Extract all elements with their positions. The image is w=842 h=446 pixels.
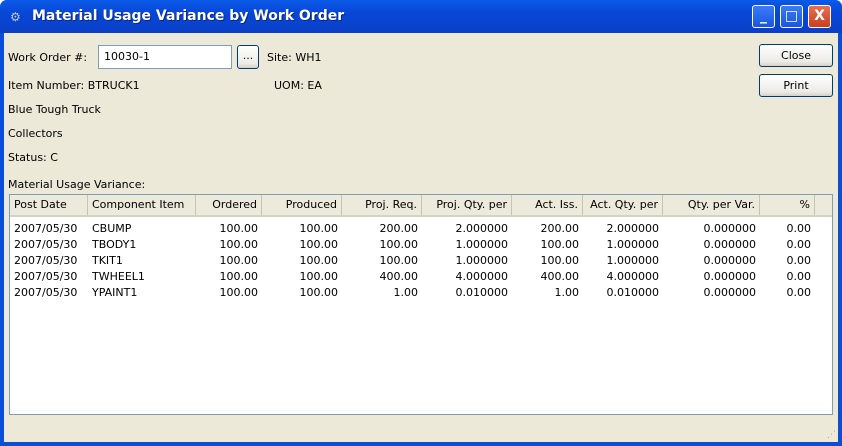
- site-label: Site: WH1: [267, 51, 322, 64]
- cell-act-iss: 400.00: [540, 270, 580, 283]
- cell-qty-per-var: 0.000000: [703, 238, 757, 251]
- table-header: Post Date Component Item Ordered Produced Pr…: [10, 195, 832, 217]
- cell-proj-qty-per: 0.010000: [455, 286, 509, 299]
- cell-act-iss: 1.00: [554, 286, 580, 299]
- window: ⚙ Material Usage Variance by Work Order …: [0, 0, 842, 446]
- work-order-lookup-button[interactable]: ...: [237, 45, 259, 69]
- maximize-button[interactable]: □: [780, 5, 803, 28]
- cell-produced: 100.00: [299, 254, 339, 267]
- cell-proj-qty-per: 1.000000: [455, 238, 509, 251]
- cell-qty-per-var: 0.000000: [703, 270, 757, 283]
- cell-component-item: TBODY1: [92, 238, 137, 251]
- item-description-1: Blue Tough Truck: [8, 103, 101, 116]
- cell-produced: 100.00: [299, 238, 339, 251]
- cell-proj-req: 100.00: [379, 238, 419, 251]
- column-header-qty-per-var[interactable]: Qty. per Var.: [663, 195, 760, 215]
- column-header-ordered[interactable]: Ordered: [196, 195, 262, 215]
- cell-percent: 0.00: [786, 254, 812, 267]
- uom-label: UOM: EA: [274, 79, 322, 92]
- cell-produced: 100.00: [299, 270, 339, 283]
- cell-component-item: YPAINT1: [92, 286, 138, 299]
- cell-proj-qty-per: 4.000000: [455, 270, 509, 283]
- item-number-label: Item Number: BTRUCK1: [8, 79, 140, 92]
- cell-produced: 100.00: [299, 286, 339, 299]
- cell-ordered: 100.00: [219, 222, 259, 235]
- cell-act-qty-per: 4.000000: [606, 270, 660, 283]
- cell-act-qty-per: 1.000000: [606, 238, 660, 251]
- cell-percent: 0.00: [786, 238, 812, 251]
- variance-table[interactable]: Post Date Component Item Ordered Produced Pr…: [9, 194, 833, 415]
- app-icon: ⚙: [10, 10, 21, 24]
- cell-act-iss: 100.00: [540, 238, 580, 251]
- item-description-2: Collectors: [8, 127, 63, 140]
- cell-proj-qty-per: 1.000000: [455, 254, 509, 267]
- cell-ordered: 100.00: [219, 254, 259, 267]
- table-row[interactable]: 2007/05/30 TKIT1 100.00 100.00 100.00 1.00000…: [10, 253, 832, 269]
- cell-ordered: 100.00: [219, 286, 259, 299]
- cell-proj-req: 100.00: [379, 254, 419, 267]
- cell-component-item: CBUMP: [92, 222, 132, 235]
- cell-proj-req: 1.00: [393, 286, 419, 299]
- cell-proj-req: 400.00: [379, 270, 419, 283]
- cell-ordered: 100.00: [219, 270, 259, 283]
- cell-post-date: 2007/05/30: [14, 270, 78, 283]
- cell-post-date: 2007/05/30: [14, 238, 78, 251]
- cell-qty-per-var: 0.000000: [703, 222, 757, 235]
- column-header-post-date[interactable]: Post Date: [10, 195, 88, 215]
- table-row[interactable]: 2007/05/30 TBODY1 100.00 100.00 100.00 1.0000…: [10, 237, 832, 253]
- cell-component-item: TKIT1: [92, 254, 123, 267]
- cell-produced: 100.00: [299, 222, 339, 235]
- column-header-percent[interactable]: %: [760, 195, 815, 215]
- close-window-button[interactable]: X: [808, 5, 831, 28]
- print-button[interactable]: Print: [759, 74, 833, 97]
- minimize-button[interactable]: _: [752, 5, 775, 28]
- cell-proj-req: 200.00: [379, 222, 419, 235]
- cell-proj-qty-per: 2.000000: [455, 222, 509, 235]
- cell-ordered: 100.00: [219, 238, 259, 251]
- cell-percent: 0.00: [786, 222, 812, 235]
- window-title: Material Usage Variance by Work Order: [32, 8, 345, 24]
- cell-act-qty-per: 1.000000: [606, 254, 660, 267]
- column-header-act-qty-per[interactable]: Act. Qty. per: [583, 195, 663, 215]
- cell-percent: 0.00: [786, 270, 812, 283]
- work-order-input[interactable]: 10030-1: [98, 45, 232, 69]
- column-header-produced[interactable]: Produced: [262, 195, 342, 215]
- cell-act-qty-per: 0.010000: [606, 286, 660, 299]
- title-bar[interactable]: ⚙ Material Usage Variance by Work Order …: [0, 0, 842, 33]
- cell-act-iss: 200.00: [540, 222, 580, 235]
- cell-component-item: TWHEEL1: [92, 270, 145, 283]
- cell-post-date: 2007/05/30: [14, 222, 78, 235]
- work-order-label: Work Order #:: [8, 51, 88, 64]
- column-header-component-item[interactable]: Component Item: [88, 195, 196, 215]
- cell-act-iss: 100.00: [540, 254, 580, 267]
- dialog-body: Work Order #: 10030-1 ... Site: WH1 Item…: [4, 33, 838, 442]
- table-row[interactable]: 2007/05/30 CBUMP 100.00 100.00 200.00 2.00000…: [10, 221, 832, 237]
- cell-post-date: 2007/05/30: [14, 254, 78, 267]
- close-button[interactable]: Close: [759, 44, 833, 67]
- cell-qty-per-var: 0.000000: [703, 254, 757, 267]
- section-label: Material Usage Variance:: [8, 178, 146, 191]
- status-label: Status: C: [8, 151, 58, 164]
- table-row[interactable]: 2007/05/30 TWHEEL1 100.00 100.00 400.00 4.000…: [10, 269, 832, 285]
- column-header-act-iss[interactable]: Act. Iss.: [512, 195, 583, 215]
- resize-grip[interactable]: ⋰: [827, 430, 836, 440]
- table-row[interactable]: 2007/05/30 YPAINT1 100.00 100.00 1.00 0.01000…: [10, 285, 832, 301]
- cell-percent: 0.00: [786, 286, 812, 299]
- column-header-proj-qty-per[interactable]: Proj. Qty. per: [422, 195, 512, 215]
- cell-qty-per-var: 0.000000: [703, 286, 757, 299]
- column-header-proj-req[interactable]: Proj. Req.: [342, 195, 422, 215]
- cell-act-qty-per: 2.000000: [606, 222, 660, 235]
- cell-post-date: 2007/05/30: [14, 286, 78, 299]
